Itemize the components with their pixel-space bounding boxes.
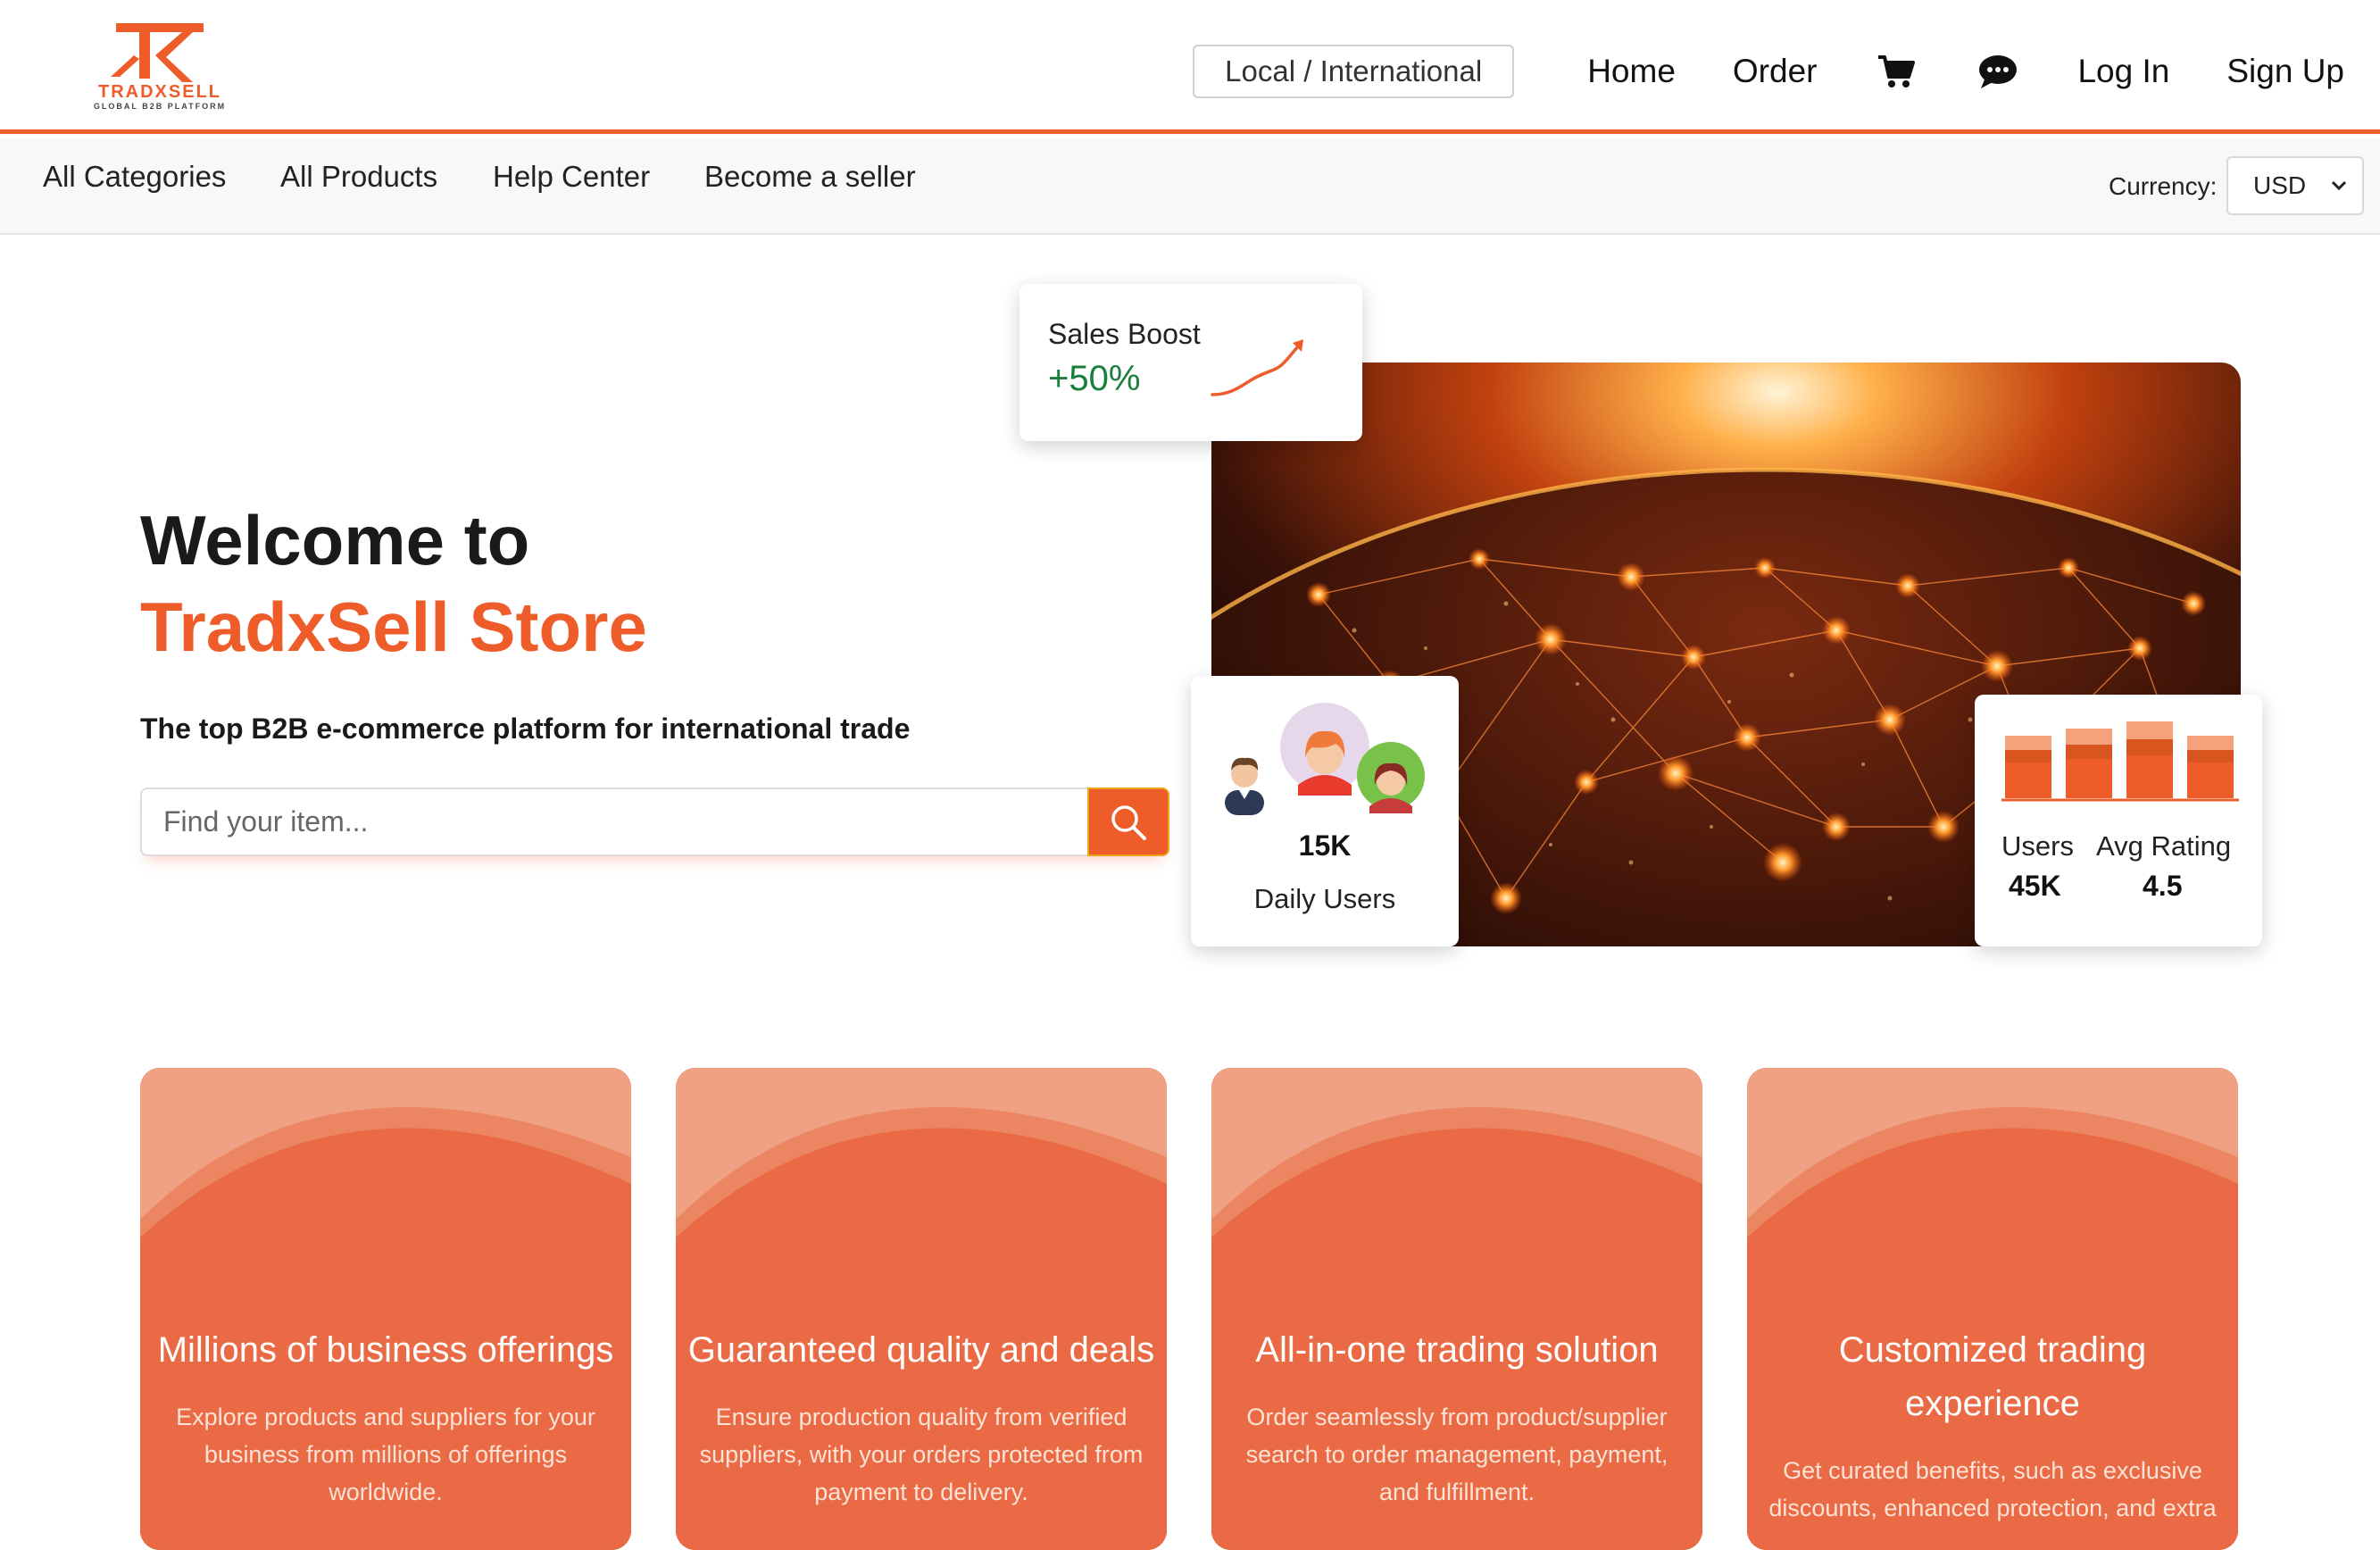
- chevron-down-icon: [2331, 180, 2347, 191]
- brand-logo[interactable]: TRADXSELL GLOBAL B2B PLATFORM: [84, 20, 236, 118]
- category-nav: All Categories All Products Help Center …: [0, 138, 2380, 235]
- search-button[interactable]: [1087, 788, 1169, 856]
- feature-card-customized[interactable]: Customized trading experience Get curate…: [1747, 1068, 2238, 1550]
- sales-boost-label: Sales Boost: [1048, 318, 1201, 350]
- brand-name: TRADXSELL: [98, 82, 221, 102]
- currency-value: USD: [2253, 171, 2307, 199]
- feature-description: Order seamlessly from product/supplier s…: [1245, 1404, 1668, 1505]
- feature-description: Get curated benefits, such as exclusive …: [1768, 1457, 2217, 1521]
- feature-card-offerings[interactable]: Millions of business offerings Explore p…: [140, 1068, 631, 1550]
- login-link[interactable]: Log In: [2077, 53, 2169, 90]
- subnav-become-seller[interactable]: Become a seller: [704, 160, 916, 194]
- rating-label: Avg Rating: [2096, 830, 2232, 862]
- sales-boost-card: Sales Boost +50%: [1019, 284, 1362, 441]
- hero-title: Welcome to: [140, 501, 530, 579]
- feature-title: Customized trading experience: [1838, 1330, 2147, 1423]
- users-rating-card: Users 45K Avg Rating 4.5: [1975, 695, 2262, 946]
- feature-title: All-in-one trading solution: [1255, 1330, 1659, 1370]
- signup-link[interactable]: Sign Up: [2226, 53, 2344, 90]
- hero-title-brand: TradxSell Store: [140, 588, 647, 666]
- currency-select[interactable]: USD: [2226, 156, 2364, 215]
- brand-tagline: GLOBAL B2B PLATFORM: [93, 102, 227, 111]
- nav-order-link[interactable]: Order: [1733, 53, 1818, 90]
- chat-icon[interactable]: [1976, 49, 2020, 94]
- daily-users-value: 15K: [1298, 829, 1352, 862]
- search-icon: [1111, 804, 1146, 840]
- users-value: 45K: [2009, 870, 2061, 902]
- region-toggle-button[interactable]: Local / International: [1193, 45, 1515, 98]
- hero-subtitle: The top B2B e-commerce platform for inte…: [140, 712, 911, 745]
- subnav-help-center[interactable]: Help Center: [493, 160, 650, 194]
- cart-icon[interactable]: [1874, 49, 1918, 94]
- rating-value: 4.5: [2143, 870, 2183, 902]
- top-nav: Local / International Home Order Log In …: [1193, 43, 2344, 100]
- logo-mark-icon: [111, 23, 204, 82]
- top-header: TRADXSELL GLOBAL B2B PLATFORM Local / In…: [0, 0, 2380, 134]
- nav-home-link[interactable]: Home: [1587, 53, 1676, 90]
- feature-title: Guaranteed quality and deals: [687, 1330, 1155, 1370]
- search-bar: [140, 788, 1169, 856]
- trend-arrow-icon: [1211, 339, 1303, 396]
- users-label: Users: [2001, 830, 2074, 862]
- subnav-all-categories[interactable]: All Categories: [43, 160, 226, 194]
- feature-description: Explore products and suppliers for your …: [176, 1404, 595, 1505]
- users-avatars-icon: [1225, 703, 1425, 815]
- currency-label: Currency:: [2109, 172, 2218, 200]
- daily-users-label: Daily Users: [1253, 883, 1396, 914]
- feature-card-quality[interactable]: Guaranteed quality and deals Ensure prod…: [676, 1068, 1167, 1550]
- daily-users-card: 15K Daily Users: [1191, 676, 1459, 946]
- bar-chart-icon: [2001, 721, 2239, 802]
- feature-title: Millions of business offerings: [157, 1330, 614, 1370]
- search-input[interactable]: [142, 789, 1088, 854]
- feature-card-all-in-one[interactable]: All-in-one trading solution Order seamle…: [1211, 1068, 1702, 1550]
- feature-description: Ensure production quality from verified …: [699, 1404, 1144, 1505]
- subnav-all-products[interactable]: All Products: [280, 160, 437, 194]
- sales-boost-value: +50%: [1048, 359, 1141, 398]
